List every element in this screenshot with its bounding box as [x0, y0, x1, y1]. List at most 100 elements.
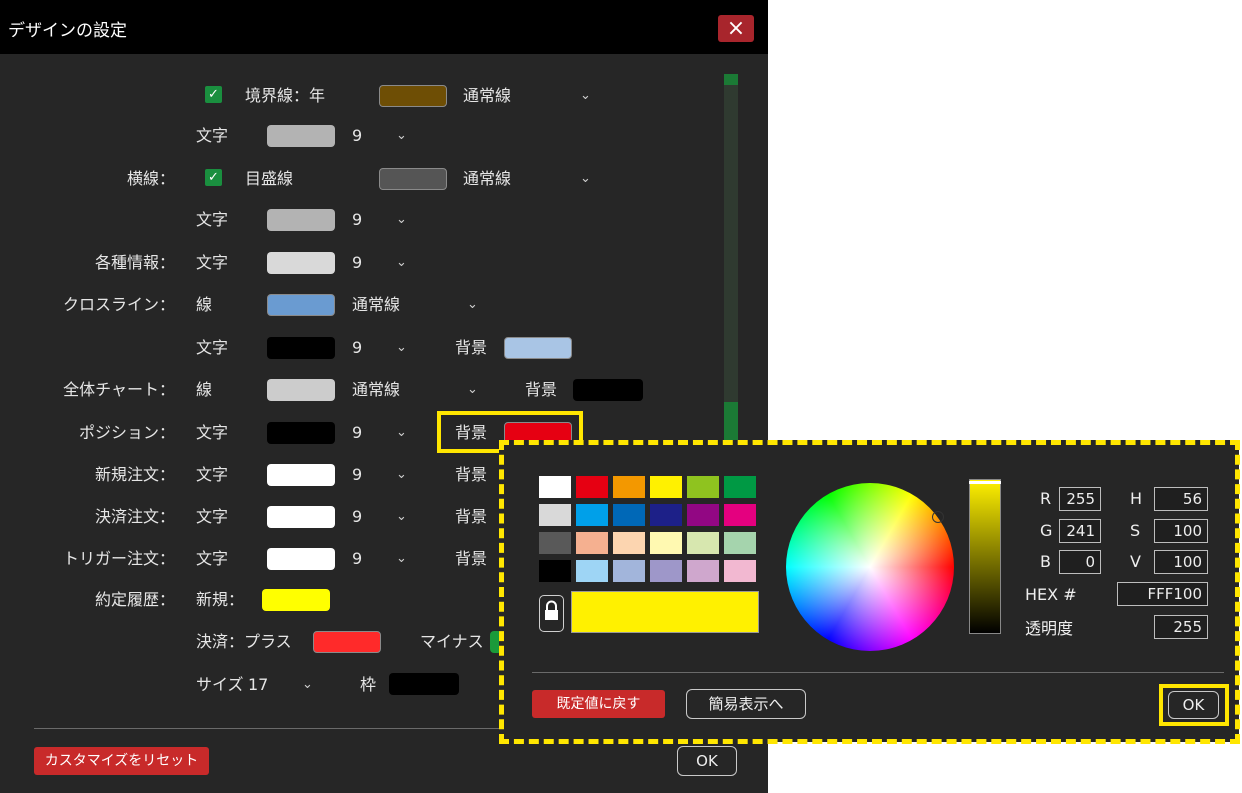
text-label: 文字 — [196, 338, 229, 357]
position-text-color-swatch[interactable] — [267, 422, 335, 444]
background-label: 背景 — [455, 549, 488, 568]
palette-swatch[interactable] — [650, 476, 682, 498]
lock-button[interactable] — [539, 595, 564, 632]
palette-swatch[interactable] — [724, 476, 756, 498]
palette-swatch[interactable] — [724, 504, 756, 526]
info-text-color-swatch[interactable] — [267, 252, 335, 274]
palette-swatch[interactable] — [650, 560, 682, 582]
brightness-slider-handle[interactable] — [969, 481, 1001, 484]
s-input[interactable]: 100 — [1154, 519, 1208, 543]
restore-default-button[interactable]: 既定値に戻す — [532, 690, 665, 718]
hue-saturation-wheel[interactable] — [786, 483, 954, 651]
palette-swatch[interactable] — [576, 532, 608, 554]
palette-swatch[interactable] — [539, 532, 571, 554]
font-size-select[interactable]: 9 — [352, 421, 362, 445]
chevron-down-icon[interactable]: ⌄ — [396, 505, 407, 529]
year-line-color-swatch[interactable] — [379, 85, 447, 107]
palette-swatch[interactable] — [650, 532, 682, 554]
grid-line-style-select[interactable]: 通常線 — [463, 167, 511, 191]
palette-swatch[interactable] — [687, 504, 719, 526]
font-size-select[interactable]: 9 — [352, 251, 362, 275]
crossline-bg-color-swatch[interactable] — [504, 337, 572, 359]
palette-swatch[interactable] — [687, 560, 719, 582]
year-line-checkbox[interactable]: ✓ — [205, 86, 222, 103]
font-size-select[interactable]: 9 — [352, 463, 362, 487]
palette-swatch[interactable] — [576, 476, 608, 498]
chevron-down-icon[interactable]: ⌄ — [396, 547, 407, 571]
brightness-slider[interactable] — [969, 479, 1001, 634]
wheel-cursor[interactable] — [932, 511, 944, 523]
v-input[interactable]: 100 — [1154, 550, 1208, 574]
chevron-down-icon[interactable]: ⌄ — [396, 336, 407, 360]
new-order-text-color-swatch[interactable] — [267, 464, 335, 486]
overall-bg-color-swatch[interactable] — [573, 379, 643, 401]
text-label: 文字 — [196, 465, 229, 484]
crossline-style-select[interactable]: 通常線 — [352, 293, 400, 317]
font-size-select[interactable]: 9 — [352, 547, 362, 571]
settle-order-label: 決済注文： — [94, 507, 175, 526]
background-label: 背景 — [525, 380, 558, 399]
chevron-down-icon[interactable]: ⌄ — [396, 463, 407, 487]
overall-style-select[interactable]: 通常線 — [352, 378, 400, 402]
text-color-swatch[interactable] — [267, 209, 335, 231]
chevron-down-icon[interactable]: ⌄ — [467, 378, 478, 402]
palette-swatch[interactable] — [650, 504, 682, 526]
chevron-down-icon[interactable]: ⌄ — [396, 251, 407, 275]
overall-line-color-swatch[interactable] — [267, 379, 335, 401]
chevron-down-icon[interactable]: ⌄ — [396, 124, 407, 148]
palette-swatch[interactable] — [613, 532, 645, 554]
horizontal-line-label: 横線： — [126, 169, 175, 188]
palette-swatch[interactable] — [539, 560, 571, 582]
line-label: 線 — [196, 295, 213, 314]
frame-color-swatch[interactable] — [389, 673, 459, 695]
palette-swatch[interactable] — [724, 560, 756, 582]
palette-swatch[interactable] — [724, 532, 756, 554]
scrollbar-top-thumb[interactable] — [724, 74, 738, 85]
palette-swatch[interactable] — [613, 504, 645, 526]
size-select[interactable]: 17 — [248, 673, 268, 697]
grid-line-color-swatch[interactable] — [379, 168, 447, 190]
font-size-select[interactable]: 9 — [352, 505, 362, 529]
palette-swatch[interactable] — [687, 532, 719, 554]
chevron-down-icon[interactable]: ⌄ — [396, 208, 407, 232]
r-input[interactable]: 255 — [1059, 487, 1101, 511]
palette-swatch[interactable] — [687, 476, 719, 498]
b-input[interactable]: 0 — [1059, 550, 1101, 574]
background-label: 背景 — [455, 338, 488, 357]
chevron-down-icon[interactable]: ⌄ — [580, 84, 591, 108]
palette-swatch[interactable] — [576, 560, 608, 582]
chevron-down-icon[interactable]: ⌄ — [580, 167, 591, 191]
g-input[interactable]: 241 — [1059, 519, 1101, 543]
close-button[interactable]: × — [718, 15, 754, 42]
palette-swatch[interactable] — [539, 504, 571, 526]
trigger-order-text-color-swatch[interactable] — [267, 548, 335, 570]
settle-plus-color-swatch[interactable] — [313, 631, 381, 653]
font-size-select[interactable]: 9 — [352, 208, 362, 232]
text-color-swatch[interactable] — [267, 125, 335, 147]
palette-swatch[interactable] — [539, 476, 571, 498]
main-ok-button[interactable]: OK — [677, 746, 737, 776]
h-input[interactable]: 56 — [1154, 487, 1208, 511]
palette-swatch[interactable] — [613, 560, 645, 582]
font-size-select[interactable]: 9 — [352, 124, 362, 148]
chevron-down-icon[interactable]: ⌄ — [396, 421, 407, 445]
palette-swatch[interactable] — [576, 504, 608, 526]
chevron-down-icon[interactable]: ⌄ — [467, 293, 478, 317]
reset-customize-button[interactable]: カスタマイズをリセット — [34, 747, 209, 775]
year-line-style-select[interactable]: 通常線 — [463, 84, 511, 108]
font-size-select[interactable]: 9 — [352, 336, 362, 360]
chevron-down-icon[interactable]: ⌄ — [302, 673, 313, 697]
palette-swatch[interactable] — [613, 476, 645, 498]
history-new-color-swatch[interactable] — [262, 589, 330, 611]
s-label: S — [1130, 521, 1141, 540]
grid-line-checkbox[interactable]: ✓ — [205, 169, 222, 186]
crossline-color-swatch[interactable] — [267, 294, 335, 316]
scrollbar[interactable] — [724, 74, 738, 454]
settle-order-text-color-swatch[interactable] — [267, 506, 335, 528]
simple-view-button[interactable]: 簡易表示へ — [686, 689, 806, 719]
picker-ok-button[interactable]: OK — [1168, 691, 1219, 719]
hex-input[interactable]: FFF100 — [1117, 582, 1208, 606]
alpha-input[interactable]: 255 — [1154, 615, 1208, 639]
background-label: 背景 — [455, 507, 488, 526]
crossline-text-color-swatch[interactable] — [267, 337, 335, 359]
